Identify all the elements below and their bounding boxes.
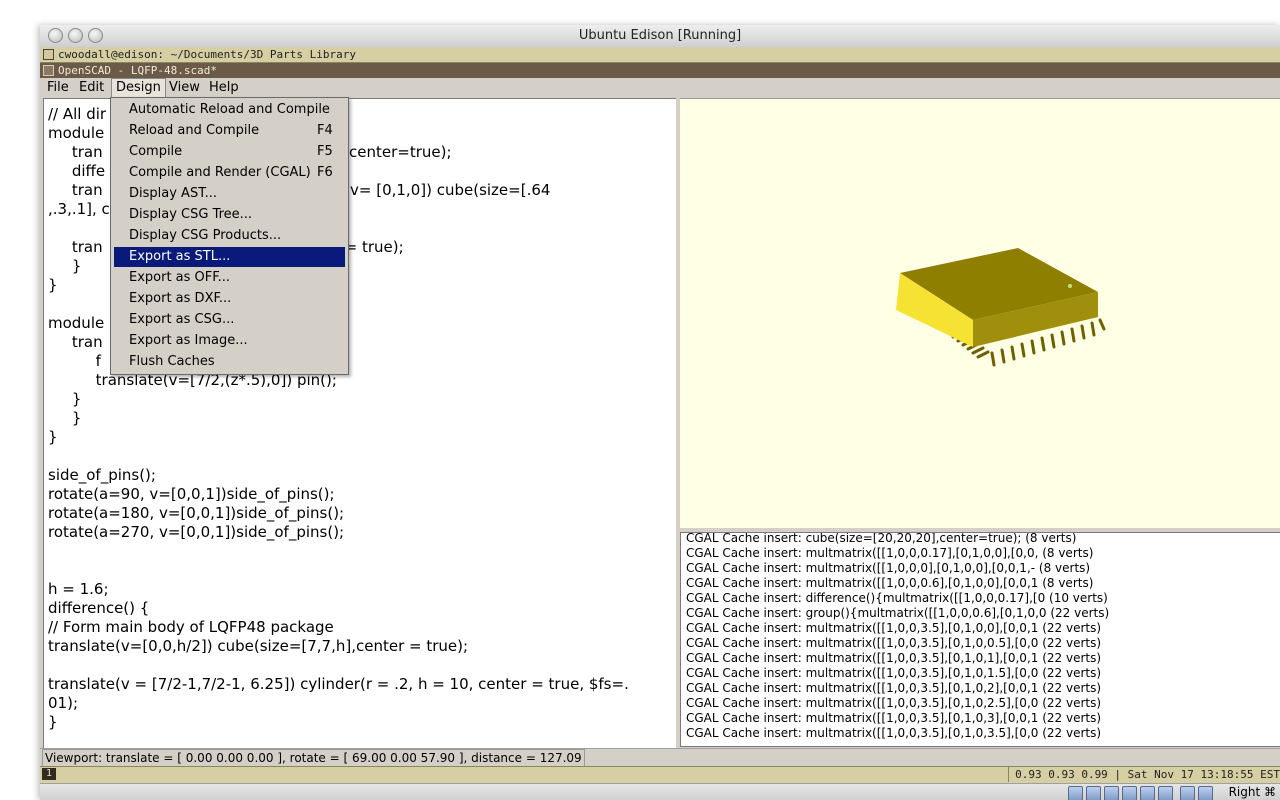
menu-view[interactable]: View [165, 79, 204, 97]
menu-item-export-off[interactable]: Export as OFF... [114, 268, 345, 288]
console-line: CGAL Cache insert: multmatrix([[1,0,0,3.… [686, 666, 1102, 680]
model-pin1-marker [1068, 284, 1072, 288]
vbox-title: Ubuntu Edison [Running] [578, 28, 742, 43]
console-line: CGAL Cache insert: multmatrix([[1,0,0,0]… [686, 561, 1091, 575]
network-icon[interactable] [1140, 786, 1155, 800]
menu-item-label: Reload and Compile [129, 123, 260, 138]
menu-item-label: Flush Caches [129, 354, 215, 369]
console-line: CGAL Cache insert: multmatrix([[1,0,0,0.… [686, 546, 1094, 560]
openscad-window-icon[interactable] [43, 65, 54, 76]
menu-item-reload-compile[interactable]: Reload and Compile F4 [114, 121, 345, 141]
console-line: CGAL Cache insert: multmatrix([[1,0,0,3.… [686, 651, 1102, 665]
menu-item-label: Export as CSG... [129, 312, 235, 327]
menu-item-export-image[interactable]: Export as Image... [114, 331, 345, 351]
console-line: CGAL Cache insert: group(){multmatrix([[… [686, 606, 1110, 620]
menu-edit[interactable]: Edit [75, 79, 108, 97]
terminal-window-icon[interactable] [43, 49, 54, 60]
menu-item-label: Display CSG Tree... [129, 207, 253, 222]
menu-item-label: Export as STL... [129, 249, 231, 264]
optical-drive-icon[interactable] [1086, 786, 1101, 800]
menu-bar: File Edit Design View Help [40, 78, 1280, 98]
usb-icon[interactable] [1104, 786, 1119, 800]
openscad-window-bar[interactable]: OpenSCAD - LQFP-48.scad* [40, 63, 1280, 78]
vbox-status-bar: Right ⌘ [40, 783, 1280, 800]
3d-viewport[interactable] [680, 98, 1280, 529]
keyboard-capture-icon[interactable] [1198, 786, 1213, 800]
console-output[interactable]: CGAL Cache insert: cube(size=[20,20,20],… [680, 532, 1280, 747]
menu-item-shortcut: F6 [317, 165, 333, 180]
system-clock: 0.93 0.93 0.99 | Sat Nov 17 13:18:55 EST [1008, 767, 1280, 782]
console-line: CGAL Cache insert: multmatrix([[1,0,0,0.… [686, 576, 1094, 590]
menu-item-shortcut: F4 [317, 123, 333, 138]
menu-item-label: Export as Image... [129, 333, 248, 348]
shared-folders-icon[interactable] [1122, 786, 1137, 800]
menu-item-shortcut: F5 [317, 144, 333, 159]
menu-item-export-csg[interactable]: Export as CSG... [114, 310, 345, 330]
console-line: CGAL Cache insert: multmatrix([[1,0,0,3.… [686, 726, 1102, 740]
console-line: CGAL Cache insert: multmatrix([[1,0,0,3.… [686, 681, 1102, 695]
lqfp48-model-render [896, 248, 1106, 367]
x11-taskbar: 1 0.93 0.93 0.99 | Sat Nov 17 13:18:55 E… [40, 766, 1280, 784]
menu-item-label: Automatic Reload and Compile [129, 102, 330, 117]
menu-item-export-dxf[interactable]: Export as DXF... [114, 289, 345, 309]
menu-item-label: Display CSG Products... [129, 228, 282, 243]
console-line: CGAL Cache insert: multmatrix([[1,0,0,3.… [686, 636, 1102, 650]
menu-item-label: Display AST... [129, 186, 217, 201]
vbox-titlebar: Ubuntu Edison [Running] [40, 25, 1280, 48]
status-bar: Viewport: translate = [ 0.00 0.00 0.00 ]… [40, 748, 1280, 767]
menu-item-display-ast[interactable]: Display AST... [114, 184, 345, 204]
console-line: CGAL Cache insert: multmatrix([[1,0,0,3.… [686, 621, 1102, 635]
menu-item-label: Compile [129, 144, 183, 159]
menu-item-display-csg-tree[interactable]: Display CSG Tree... [114, 205, 345, 225]
menu-help[interactable]: Help [205, 79, 243, 97]
menu-file[interactable]: File [43, 79, 73, 97]
console-line: CGAL Cache insert: multmatrix([[1,0,0,3.… [686, 696, 1102, 710]
menu-design[interactable]: Design [111, 78, 166, 98]
display-icon[interactable] [1158, 786, 1173, 800]
host-key-label: Right ⌘ [1228, 785, 1276, 799]
menu-item-label: Export as DXF... [129, 291, 232, 306]
menu-item-label: Export as OFF... [129, 270, 231, 285]
viewport-status: Viewport: translate = [ 0.00 0.00 0.00 ]… [42, 749, 585, 767]
workspace-indicator[interactable]: 1 [42, 768, 56, 780]
menu-item-label: Compile and Render (CGAL) [129, 165, 311, 180]
menu-item-compile[interactable]: Compile F5 [114, 142, 345, 162]
menu-item-export-stl[interactable]: Export as STL... [114, 247, 345, 267]
menu-item-display-csg-products[interactable]: Display CSG Products... [114, 226, 345, 246]
terminal-window-title: cwoodall@edison: ~/Documents/3D Parts Li… [58, 48, 357, 61]
terminal-window-bar[interactable]: cwoodall@edison: ~/Documents/3D Parts Li… [40, 47, 1280, 63]
menu-item-compile-render[interactable]: Compile and Render (CGAL) F6 [114, 163, 345, 183]
console-line: CGAL Cache insert: multmatrix([[1,0,0,3.… [686, 711, 1102, 725]
hard-disk-icon[interactable] [1068, 786, 1083, 800]
openscad-window-title: OpenSCAD - LQFP-48.scad* [58, 64, 217, 77]
console-line: CGAL Cache insert: cube(size=[20,20,20],… [686, 532, 1077, 545]
menu-item-flush-caches[interactable]: Flush Caches [114, 352, 345, 372]
design-menu-dropdown: Automatic Reload and Compile Reload and … [110, 97, 349, 375]
menu-item-automatic-reload[interactable]: Automatic Reload and Compile [114, 100, 345, 120]
console-line: CGAL Cache insert: difference(){multmatr… [686, 591, 1108, 605]
mouse-integration-icon[interactable] [1180, 786, 1195, 800]
